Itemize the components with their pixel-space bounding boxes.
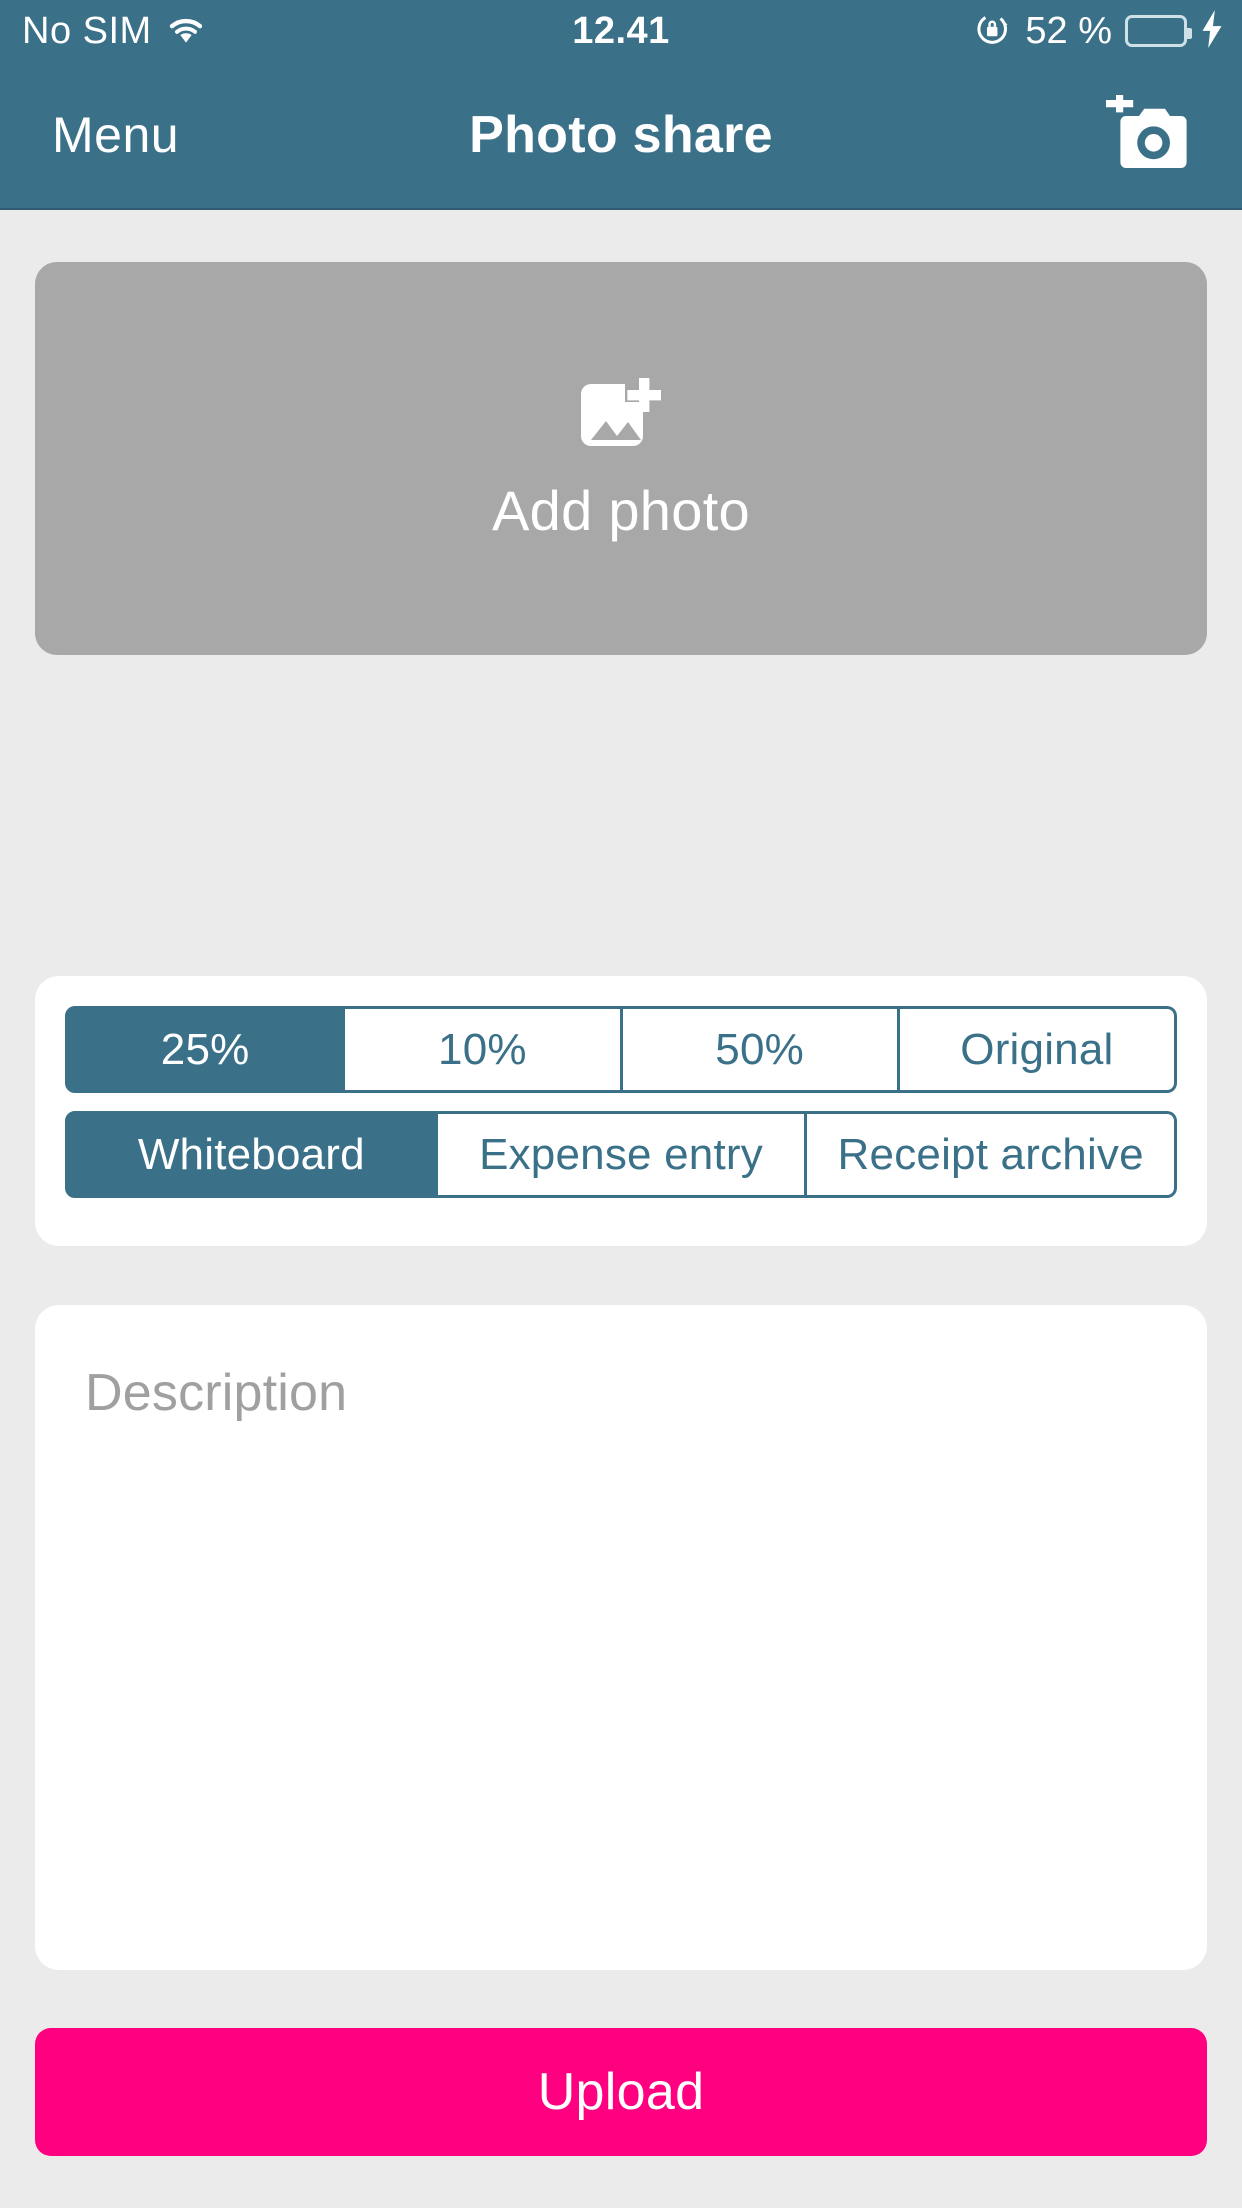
- category-option-1[interactable]: Expense entry: [437, 1111, 808, 1198]
- add-image-icon: [573, 374, 669, 466]
- description-card[interactable]: Description: [35, 1305, 1207, 1970]
- category-option-0[interactable]: Whiteboard: [65, 1111, 438, 1198]
- navigation-bar: Menu Photo share: [0, 62, 1242, 210]
- add-photo-dropzone[interactable]: Add photo: [35, 262, 1207, 655]
- quality-option-1[interactable]: 10%: [345, 1006, 623, 1093]
- options-card: 25% 10% 50% Original Whiteboard Expense entr…: [35, 976, 1207, 1246]
- app-root: No SIM 12.41 52 % Menu Photo share Add p…: [0, 0, 1242, 2208]
- rotation-lock-icon: [974, 10, 1012, 53]
- lightning-bolt-icon: [1200, 9, 1224, 53]
- quality-segmented-control: 25% 10% 50% Original: [65, 1006, 1177, 1093]
- battery-percent-label: 52 %: [1025, 9, 1112, 52]
- category-option-2[interactable]: Receipt archive: [807, 1111, 1178, 1198]
- battery-icon: [1125, 15, 1192, 47]
- category-segmented-control: Whiteboard Expense entry Receipt archive: [65, 1111, 1178, 1198]
- add-photo-camera-icon[interactable]: [1098, 94, 1190, 176]
- upload-button[interactable]: Upload: [35, 2028, 1207, 2156]
- quality-option-2[interactable]: 50%: [622, 1006, 900, 1093]
- add-photo-label: Add photo: [491, 479, 751, 542]
- page-title: Photo share: [469, 106, 773, 164]
- status-bar: No SIM 12.41 52 %: [0, 0, 1242, 62]
- quality-option-0[interactable]: 25%: [65, 1006, 346, 1093]
- status-bar-right: 52 %: [974, 9, 1224, 53]
- quality-option-3[interactable]: Original: [899, 1006, 1177, 1093]
- description-input[interactable]: Description: [85, 1363, 1157, 1423]
